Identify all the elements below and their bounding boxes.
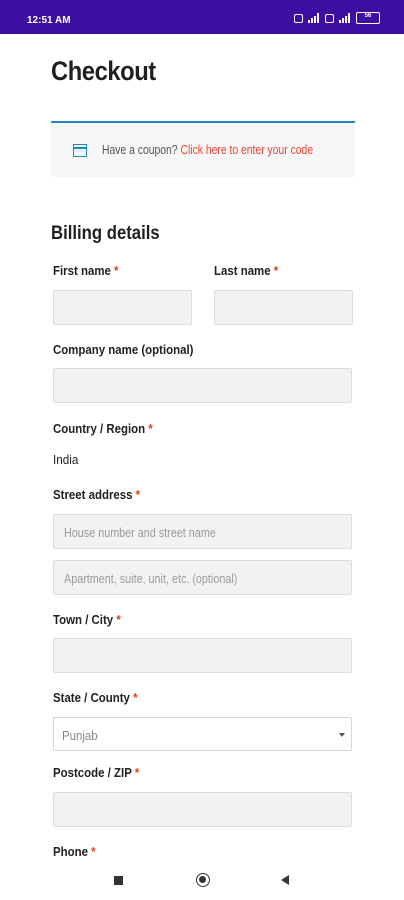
- required-mark: *: [116, 612, 121, 627]
- town-city-input[interactable]: [53, 638, 352, 673]
- status-icons: 56: [294, 12, 380, 24]
- coupon-link[interactable]: Click here to enter your code: [180, 143, 313, 157]
- battery-icon: 56: [356, 12, 380, 24]
- last-name-label-text: Last name: [214, 263, 271, 278]
- phone-label: Phone *: [53, 844, 96, 859]
- first-name-label-text: First name: [53, 263, 111, 278]
- required-mark: *: [134, 765, 140, 780]
- required-mark: *: [273, 263, 279, 278]
- last-name-label: Last name *: [214, 263, 278, 278]
- street-address-line1-input[interactable]: House number and street name: [53, 514, 352, 549]
- first-name-label: First name *: [53, 263, 119, 278]
- state-county-label: State / County *: [53, 690, 138, 705]
- volte-icon-2: [325, 13, 334, 23]
- page-title: Checkout: [51, 56, 156, 86]
- company-name-input[interactable]: [53, 368, 352, 403]
- first-name-input[interactable]: [53, 290, 192, 325]
- postcode-input[interactable]: [53, 792, 352, 827]
- country-label: Country / Region *: [53, 421, 153, 436]
- chevron-down-icon: [339, 733, 345, 737]
- state-selected-value: Punjab: [62, 728, 98, 743]
- navigation-bar: [0, 861, 404, 900]
- street-address-label: Street address *: [53, 487, 140, 502]
- street-line1-placeholder: House number and street name: [64, 525, 216, 540]
- street-line2-placeholder: Apartment, suite, unit, etc. (optional): [64, 571, 238, 586]
- country-label-text: Country / Region: [53, 421, 146, 436]
- status-time: 12:51 AM: [27, 15, 71, 26]
- town-city-label: Town / City *: [53, 612, 121, 627]
- back-icon[interactable]: [281, 875, 289, 885]
- signal-icon: [308, 13, 320, 23]
- required-mark: *: [133, 690, 138, 705]
- required-mark: *: [135, 487, 141, 502]
- volte-icon: [294, 13, 303, 23]
- required-mark: *: [114, 263, 119, 278]
- street-address-label-text: Street address: [53, 487, 133, 502]
- state-county-label-text: State / County: [53, 690, 130, 705]
- required-mark: *: [148, 421, 153, 436]
- phone-label-text: Phone: [53, 844, 88, 859]
- street-address-line2-input[interactable]: Apartment, suite, unit, etc. (optional): [53, 560, 352, 595]
- state-county-select[interactable]: Punjab: [53, 717, 352, 751]
- calendar-icon: [73, 144, 87, 157]
- town-city-label-text: Town / City: [53, 612, 114, 627]
- last-name-input[interactable]: [214, 290, 353, 325]
- billing-details-heading: Billing details: [51, 223, 160, 244]
- coupon-notice: Have a coupon? Click here to enter your …: [51, 121, 355, 177]
- status-bar: 12:51 AM 56: [0, 0, 404, 34]
- recent-apps-icon[interactable]: [114, 876, 123, 885]
- company-name-label: Company name (optional): [53, 342, 194, 357]
- coupon-question: Have a coupon?: [102, 143, 178, 157]
- postcode-label: Postcode / ZIP *: [53, 765, 139, 780]
- country-value: India: [53, 452, 79, 467]
- signal-icon-2: [339, 13, 351, 23]
- postcode-label-text: Postcode / ZIP: [53, 765, 132, 780]
- home-icon[interactable]: [196, 873, 210, 887]
- required-mark: *: [91, 844, 96, 859]
- coupon-text: Have a coupon? Click here to enter your …: [102, 143, 313, 157]
